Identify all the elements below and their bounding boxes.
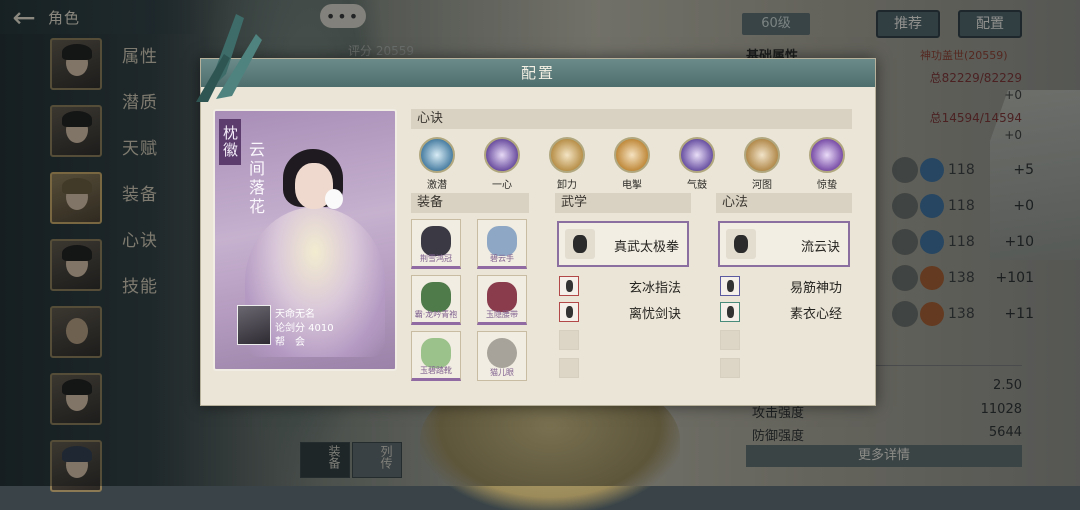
guild-label: 帮 会 xyxy=(275,337,305,348)
modal-title: 配置 xyxy=(201,59,875,87)
skill-name: 离忧剑诀 xyxy=(628,307,681,322)
equip-slot-head[interactable]: 荆雪鸿冠 xyxy=(411,219,461,269)
empty-skill-slot[interactable] xyxy=(718,357,852,379)
xinjue-item[interactable]: 电掣 xyxy=(612,137,652,191)
xinjue-orb-icon xyxy=(419,137,455,173)
xinjue-orb-icon xyxy=(484,137,520,173)
xinjue-item[interactable]: 河图 xyxy=(742,137,782,191)
xinjue-orb-icon xyxy=(744,137,780,173)
equip-slot-accessory[interactable]: 猫儿眼 xyxy=(477,331,527,381)
xinjue-label: 河图 xyxy=(752,180,772,191)
equip-label: 荆雪鸿冠 xyxy=(420,254,452,263)
main-martial-art-name: 真武太极拳 xyxy=(613,240,679,255)
xinjue-row: 激潜 一心 卸力 电掣 气鼓 河图 惊蛰 xyxy=(417,137,847,191)
empty-skill-slot[interactable] xyxy=(557,357,691,379)
equip-label: 猫儿眼 xyxy=(490,368,514,377)
config-modal: 配置 枕徽 云间落花 天命无名 论剑分 4010 帮 会 心诀 激潜 一心 卸力 xyxy=(200,58,876,406)
owner-info: 天命无名 论剑分 4010 帮 会 xyxy=(237,305,387,353)
xinjue-orb-icon xyxy=(549,137,585,173)
skill-name: 素衣心经 xyxy=(789,307,842,322)
owner-avatar xyxy=(237,305,271,345)
xinjue-item[interactable]: 惊蛰 xyxy=(807,137,847,191)
equip-label: 霸·龙吟青袍 xyxy=(414,310,458,319)
modal-decoration-icon xyxy=(196,14,262,102)
section-equipment: 装备 xyxy=(411,193,529,213)
empty-skill-slot[interactable] xyxy=(557,329,691,351)
glove-icon xyxy=(487,226,517,256)
coin-icon xyxy=(487,338,517,368)
character-name: 枕徽 xyxy=(219,119,241,165)
equip-slot-body[interactable]: 霸·龙吟青袍 xyxy=(411,275,461,325)
xinjue-item[interactable]: 气鼓 xyxy=(677,137,717,191)
martial-art-icon xyxy=(565,229,595,259)
skill-name: 玄冰指法 xyxy=(628,281,681,296)
boots-icon xyxy=(421,338,451,368)
owner-name: 天命无名 xyxy=(275,309,315,320)
helmet-icon xyxy=(421,226,451,256)
xinjue-orb-icon xyxy=(809,137,845,173)
character-title: 云间落花 xyxy=(246,141,265,217)
belt-icon xyxy=(487,282,517,312)
xinjue-orb-icon xyxy=(614,137,650,173)
main-inner-art-name: 流云诀 xyxy=(800,240,840,255)
martial-skill[interactable]: 离忧剑诀 xyxy=(557,301,691,323)
section-wuxue: 武学 xyxy=(555,193,691,213)
equip-label: 碧云手 xyxy=(490,254,514,263)
skill-icon xyxy=(720,302,740,322)
xinjue-item[interactable]: 卸力 xyxy=(547,137,587,191)
sword-score: 论剑分 4010 xyxy=(275,323,334,334)
xinjue-label: 卸力 xyxy=(557,180,577,191)
xinjue-label: 激潜 xyxy=(427,180,447,191)
equip-label: 玉隐腰带 xyxy=(486,310,518,319)
skill-icon xyxy=(559,302,579,322)
equip-slot-waist[interactable]: 玉隐腰带 xyxy=(477,275,527,325)
robe-icon xyxy=(421,282,451,312)
section-xinjue: 心诀 xyxy=(411,109,852,129)
equip-slot-feet[interactable]: 玉碧踏靴 xyxy=(411,331,461,381)
character-card: 枕徽 云间落花 天命无名 论剑分 4010 帮 会 xyxy=(213,109,397,371)
xinjue-item[interactable]: 一心 xyxy=(482,137,522,191)
main-inner-art[interactable]: 流云诀 xyxy=(718,221,850,267)
equip-label: 玉碧踏靴 xyxy=(420,366,452,375)
xinjue-orb-icon xyxy=(679,137,715,173)
rabbit-art xyxy=(325,189,343,209)
xinjue-label: 电掣 xyxy=(622,180,642,191)
xinjue-item[interactable]: 激潜 xyxy=(417,137,457,191)
inner-skill[interactable]: 易筋神功 xyxy=(718,275,852,297)
skill-icon xyxy=(720,276,740,296)
xinjue-label: 气鼓 xyxy=(687,180,707,191)
main-martial-art[interactable]: 真武太极拳 xyxy=(557,221,689,267)
inner-skill[interactable]: 素衣心经 xyxy=(718,301,852,323)
xinjue-label: 惊蛰 xyxy=(817,180,837,191)
xinjue-label: 一心 xyxy=(492,180,512,191)
martial-skill[interactable]: 玄冰指法 xyxy=(557,275,691,297)
skill-icon xyxy=(559,276,579,296)
inner-art-icon xyxy=(726,229,756,259)
section-xinfa: 心法 xyxy=(716,193,852,213)
skill-name: 易筋神功 xyxy=(789,281,842,296)
equip-slot-hand[interactable]: 碧云手 xyxy=(477,219,527,269)
empty-skill-slot[interactable] xyxy=(718,329,852,351)
